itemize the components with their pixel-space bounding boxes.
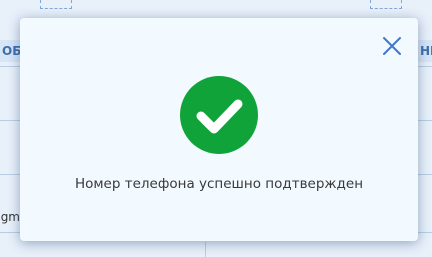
- success-message: Номер телефона успешно подтвержден: [74, 176, 364, 192]
- background-resize-handle: [370, 0, 402, 9]
- close-button[interactable]: [382, 36, 402, 56]
- background-column-header: НИ: [418, 40, 432, 62]
- background-cell-text: gm: [0, 210, 20, 224]
- close-icon: [383, 37, 401, 55]
- background-column-divider: [205, 242, 206, 257]
- check-circle-icon: [180, 76, 258, 154]
- success-dialog: Номер телефона успешно подтвержден: [20, 18, 418, 241]
- background-resize-handle: [40, 0, 72, 9]
